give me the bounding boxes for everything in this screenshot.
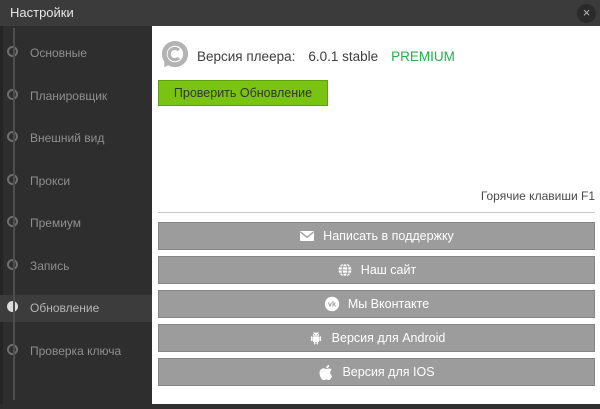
hotkeys-label: Горячие клавиши F1 xyxy=(481,189,595,203)
sidebar-item-planirovschik[interactable]: Планировщик xyxy=(0,83,152,110)
vk-icon: vk xyxy=(324,296,340,312)
support-button[interactable]: Написать в поддержку xyxy=(158,222,595,250)
check-update-button[interactable]: Проверить Обновление xyxy=(158,80,328,106)
settings-window: Настройки × Основные Планировщик Внешний… xyxy=(0,0,600,409)
android-version-button[interactable]: Версия для Android xyxy=(158,324,595,352)
titlebar: Настройки × xyxy=(0,0,600,26)
support-button-label: Написать в поддержку xyxy=(323,229,454,243)
sidebar-item-premium[interactable]: Премиум xyxy=(0,210,152,237)
window-title: Настройки xyxy=(10,0,74,26)
sidebar-item-label: Проверка ключа xyxy=(30,338,121,365)
premium-badge: PREMIUM xyxy=(391,49,455,64)
update-panel: Версия плеера: 6.0.1 stable PREMIUM Пров… xyxy=(152,26,600,404)
sidebar-item-proksi[interactable]: Прокси xyxy=(0,168,152,195)
ios-version-button[interactable]: Версия для IOS xyxy=(158,358,595,386)
sidebar-item-zapis[interactable]: Запись xyxy=(0,253,152,280)
vkontakte-button[interactable]: vk Мы Вконтакте xyxy=(158,290,595,318)
ios-version-button-label: Версия для IOS xyxy=(342,365,434,379)
sidebar-item-label: Обновление xyxy=(30,295,99,322)
player-logo-icon xyxy=(158,39,191,72)
sidebar-item-label: Прокси xyxy=(30,168,70,195)
mail-icon xyxy=(299,228,315,244)
divider xyxy=(158,212,595,213)
sidebar: Основные Планировщик Внешний вид Прокси … xyxy=(0,26,152,404)
svg-text:vk: vk xyxy=(328,300,336,309)
sidebar-item-label: Планировщик xyxy=(30,83,107,110)
close-button[interactable]: × xyxy=(577,4,596,23)
sidebar-timeline xyxy=(13,28,15,400)
sidebar-item-label: Премиум xyxy=(30,210,81,237)
sidebar-item-obnovlenie[interactable]: Обновление xyxy=(0,295,152,322)
apple-icon xyxy=(318,364,334,380)
website-button-label: Наш сайт xyxy=(361,263,416,277)
version-line: Версия плеера: 6.0.1 stable PREMIUM xyxy=(197,48,455,65)
sidebar-item-label: Внешний вид xyxy=(30,125,104,152)
sidebar-item-label: Основные xyxy=(30,40,87,67)
close-icon: × xyxy=(583,5,591,20)
version-value: 6.0.1 stable xyxy=(308,49,378,64)
website-button[interactable]: Наш сайт xyxy=(158,256,595,284)
android-version-button-label: Версия для Android xyxy=(332,331,446,345)
globe-icon xyxy=(337,262,353,278)
sidebar-item-vneshniy-vid[interactable]: Внешний вид xyxy=(0,125,152,152)
vkontakte-button-label: Мы Вконтакте xyxy=(348,297,429,311)
android-icon xyxy=(308,330,324,346)
sidebar-item-osnovnye[interactable]: Основные xyxy=(0,40,152,67)
version-label: Версия плеера: xyxy=(197,49,295,64)
sidebar-item-label: Запись xyxy=(30,253,69,280)
sidebar-item-proverka-klyucha[interactable]: Проверка ключа xyxy=(0,338,152,365)
window-bottom-edge xyxy=(0,404,600,409)
